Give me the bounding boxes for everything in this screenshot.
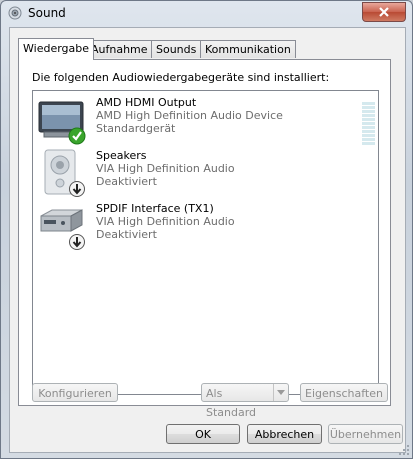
- spdif-device-icon: [40, 209, 85, 250]
- speaker-icon: [44, 149, 85, 197]
- device-item-amd-hdmi[interactable]: AMD HDMI Output AMD High Definition Audi…: [33, 95, 378, 147]
- device-status: Standardgerät: [96, 122, 176, 135]
- tab-wiedergabe[interactable]: Wiedergabe: [18, 38, 95, 60]
- sound-speaker-icon: [8, 6, 22, 20]
- close-button[interactable]: [362, 2, 406, 22]
- device-description: AMD High Definition Audio Device: [96, 109, 283, 122]
- chevron-down-icon: [277, 390, 285, 395]
- cancel-button[interactable]: Abbrechen: [247, 424, 322, 444]
- ok-button[interactable]: OK: [166, 424, 240, 444]
- device-item-spdif[interactable]: SPDIF Interface (TX1) VIA High Definitio…: [33, 201, 378, 253]
- device-description: VIA High Definition Audio: [96, 162, 235, 175]
- set-default-split-button[interactable]: Als Standard: [201, 383, 289, 419]
- window-title: Sound: [28, 6, 66, 20]
- device-name: Speakers: [96, 149, 147, 162]
- close-icon: [379, 7, 389, 17]
- monitor-icon: [38, 101, 86, 145]
- device-name: SPDIF Interface (TX1): [96, 202, 214, 215]
- device-list[interactable]: AMD HDMI Output AMD High Definition Audi…: [32, 90, 379, 395]
- volume-level-meter: [362, 102, 375, 147]
- device-status: Deaktiviert: [96, 175, 157, 188]
- set-default-label: Als Standard: [206, 387, 257, 419]
- device-description: VIA High Definition Audio: [96, 215, 235, 228]
- device-item-speakers[interactable]: Speakers VIA High Definition Audio Deakt…: [33, 148, 378, 200]
- configure-button[interactable]: Konfigurieren: [32, 383, 118, 402]
- dialog-client-area: Wiedergabe Aufnahme Sounds Kommunikation…: [9, 27, 406, 453]
- panel-caption: Die folgenden Audiowiedergabegeräte sind…: [32, 71, 330, 84]
- apply-button[interactable]: Übernehmen: [328, 424, 403, 444]
- playback-panel: Die folgenden Audiowiedergabegeräte sind…: [18, 59, 391, 406]
- tab-sounds[interactable]: Sounds: [151, 40, 202, 58]
- resize-grip-icon[interactable]: [398, 444, 410, 456]
- tab-kommunikation[interactable]: Kommunikation: [200, 40, 296, 58]
- title-bar[interactable]: Sound: [1, 1, 412, 27]
- tab-aufnahme[interactable]: Aufnahme: [86, 40, 153, 58]
- set-default-dropdown[interactable]: [273, 384, 288, 401]
- device-name: AMD HDMI Output: [96, 96, 197, 109]
- sound-dialog: Sound Wiedergabe Aufnahme Sounds Kommuni…: [0, 0, 413, 459]
- properties-button[interactable]: Eigenschaften: [300, 383, 388, 402]
- device-status: Deaktiviert: [96, 228, 157, 241]
